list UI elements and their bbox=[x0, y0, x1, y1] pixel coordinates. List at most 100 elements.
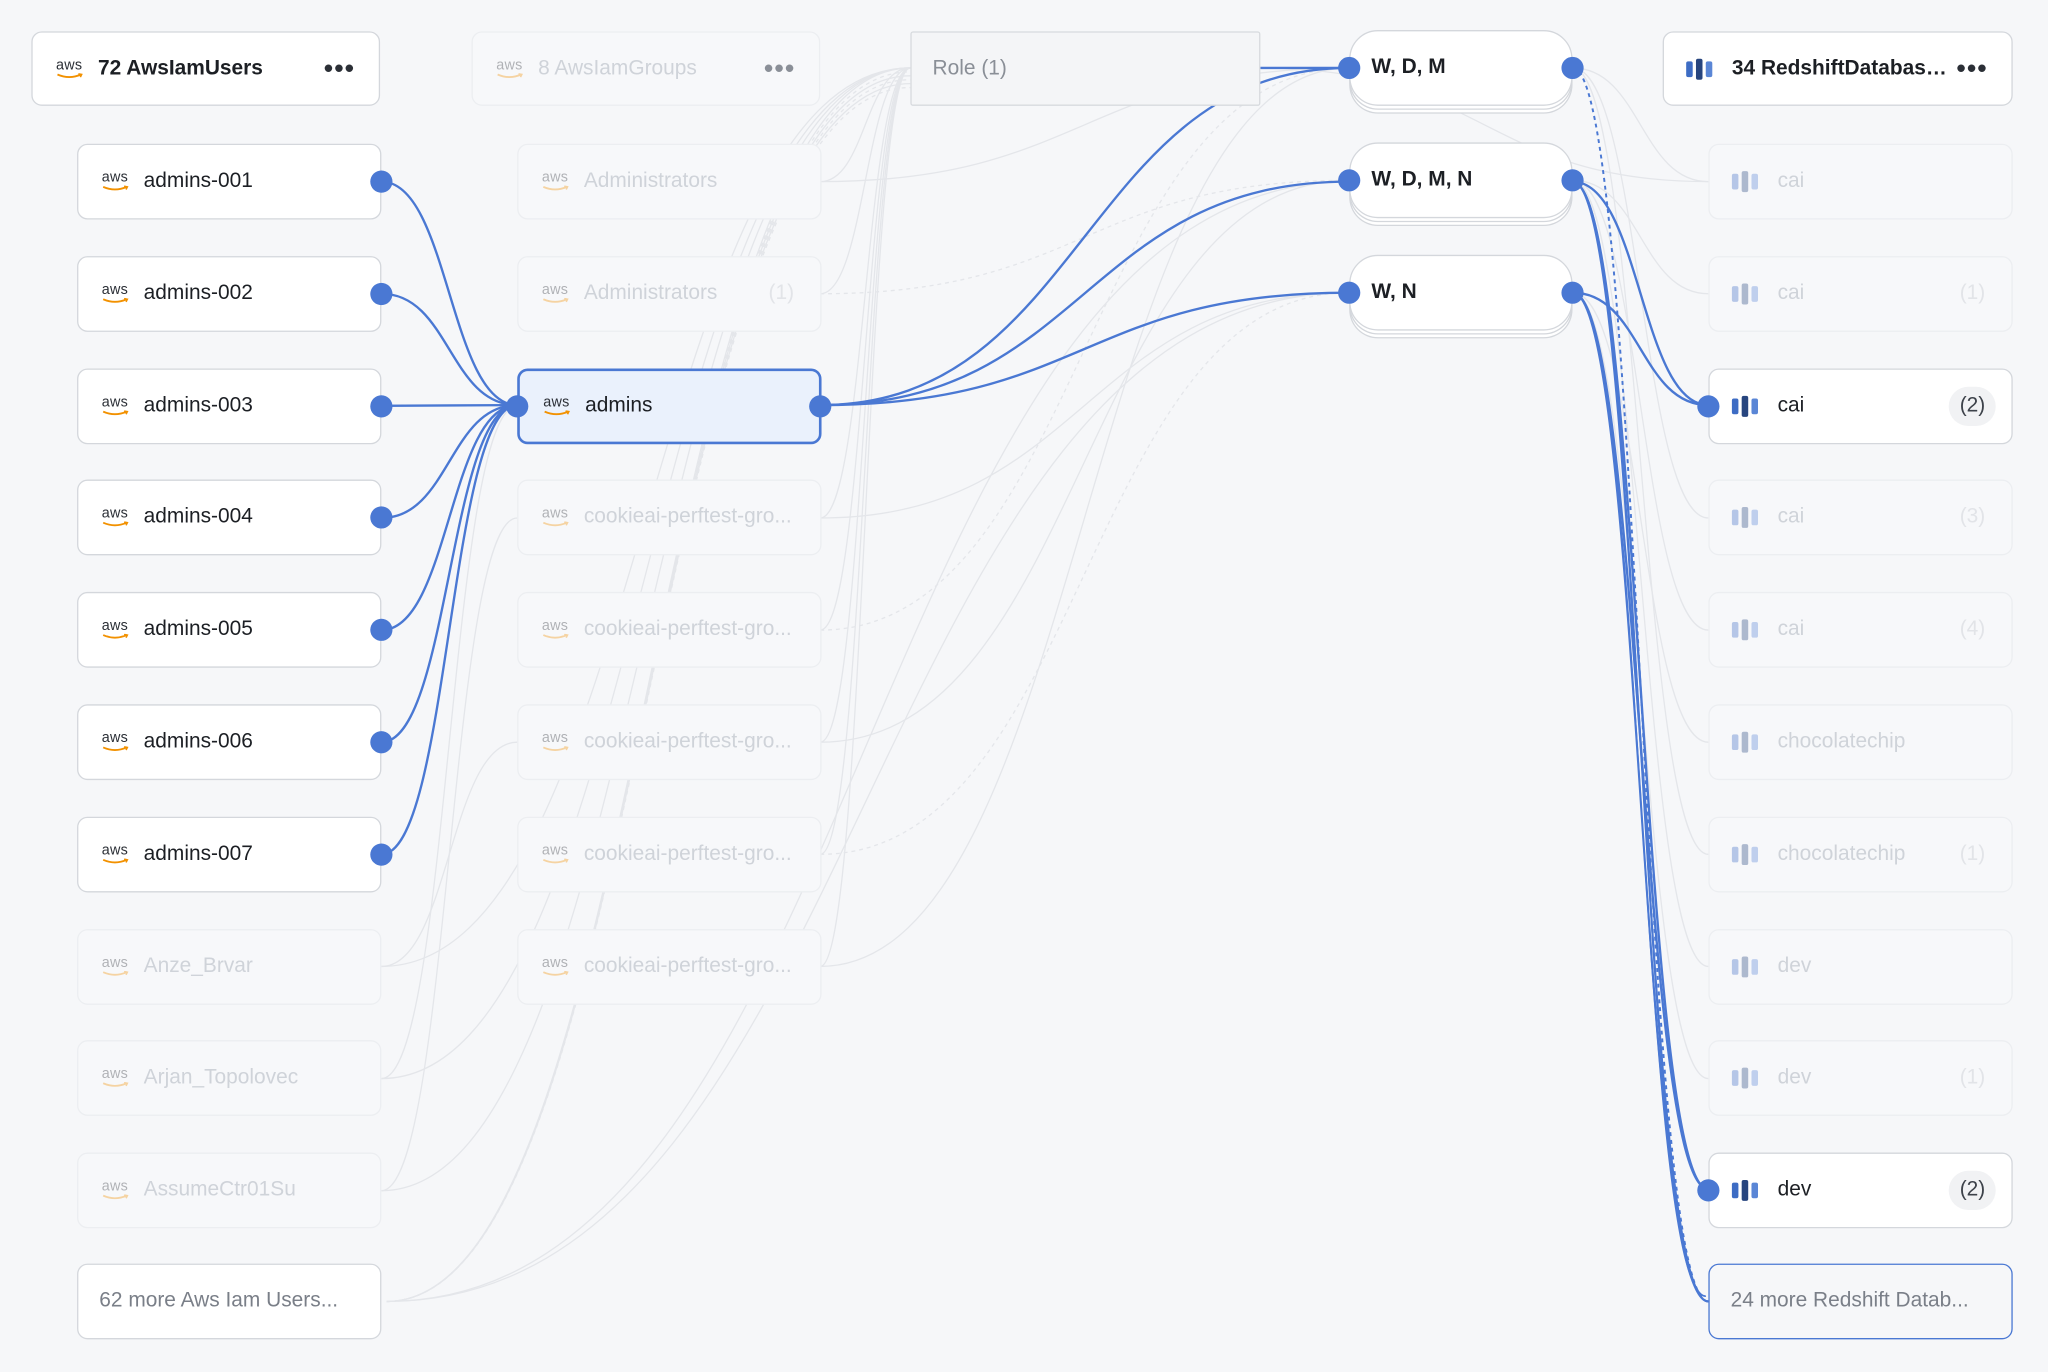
database-node-dev-label: dev bbox=[1777, 1178, 1812, 1202]
group-node-item-label: Administrators bbox=[583, 281, 718, 305]
permission-node-wdm-label: W, D, M bbox=[1371, 56, 1446, 79]
aws-logo-icon: aws bbox=[539, 619, 570, 641]
count-badge: (2) bbox=[1949, 386, 1996, 426]
user-node-admins-002-label: admins-002 bbox=[143, 281, 253, 305]
database-node-cai[interactable]: cai (4) bbox=[1708, 592, 2013, 668]
permission-output-port[interactable] bbox=[1561, 169, 1584, 192]
permission-input-port[interactable] bbox=[1338, 169, 1361, 192]
database-node-cai[interactable]: cai bbox=[1708, 143, 2013, 220]
user-node-assumectr01su[interactable]: aws AssumeCtr01Su bbox=[77, 1152, 382, 1229]
database-input-port[interactable] bbox=[1697, 1179, 1720, 1202]
user-node-admins-005[interactable]: aws admins-005 bbox=[77, 592, 382, 668]
faded-edge bbox=[820, 67, 1350, 968]
database-node-chocolatechip-label: chocolatechip bbox=[1777, 730, 1906, 753]
more-options-icon[interactable]: ••• bbox=[1957, 56, 2012, 82]
permission-to-database-edge bbox=[1572, 291, 1709, 1191]
permission-node-wn[interactable]: W, N bbox=[1349, 254, 1573, 331]
permission-node-wn-label: W, N bbox=[1371, 280, 1417, 304]
database-node-cai[interactable]: cai (2) bbox=[1708, 367, 2013, 444]
database-node-dev[interactable]: dev bbox=[1708, 928, 2013, 1005]
user-output-port[interactable] bbox=[370, 731, 393, 754]
user-output-port[interactable] bbox=[370, 282, 393, 305]
user-node-anze_brvar-label: Anze_Brvar bbox=[143, 954, 253, 977]
user-node-admins-006[interactable]: aws admins-006 bbox=[77, 704, 382, 781]
aws-logo-icon: aws bbox=[539, 171, 570, 192]
database-node-dev[interactable]: dev (2) bbox=[1708, 1152, 2013, 1229]
count-badge: (1) bbox=[1959, 842, 1986, 865]
user-node-admins-002[interactable]: aws admins-002 bbox=[77, 255, 382, 332]
permission-to-database-edge bbox=[1572, 180, 1709, 1191]
group-node-item-label: cookieai-perftest-gro... bbox=[583, 842, 792, 865]
more-options-icon[interactable]: ••• bbox=[324, 56, 379, 82]
redshift-database-icon bbox=[1731, 843, 1759, 865]
user-node-admins-001[interactable]: aws admins-001 bbox=[77, 143, 382, 220]
group-node-item[interactable]: aws cookieai-perftest-gro... bbox=[517, 816, 822, 893]
user-output-port[interactable] bbox=[370, 506, 393, 530]
databases-column-header[interactable]: 34 RedshiftDatabaseI... ••• bbox=[1662, 31, 2013, 106]
role-column-header[interactable]: Role (1) bbox=[910, 31, 1261, 106]
user-node-anze_brvar[interactable]: aws Anze_Brvar bbox=[77, 928, 382, 1005]
aws-logo-icon: aws bbox=[99, 507, 130, 529]
more-databases-button-label: 24 more Redshift Datab... bbox=[1730, 1289, 1969, 1312]
database-node-dev[interactable]: dev (1) bbox=[1708, 1040, 2013, 1117]
aws-logo-icon: aws bbox=[99, 1180, 130, 1201]
user-node-admins-007[interactable]: aws admins-007 bbox=[77, 816, 382, 893]
user-node-arjan_topolovec[interactable]: aws Arjan_Topolovec bbox=[77, 1040, 382, 1117]
count-badge: (1) bbox=[1959, 1066, 1986, 1089]
aws-logo-icon: aws bbox=[99, 843, 130, 865]
user-output-port[interactable] bbox=[370, 170, 393, 193]
user-output-port[interactable] bbox=[370, 394, 393, 417]
count-badge: (2) bbox=[1949, 1171, 1996, 1211]
group-output-port[interactable] bbox=[809, 394, 832, 417]
user-output-port[interactable] bbox=[370, 843, 393, 866]
more-options-icon[interactable]: ••• bbox=[764, 56, 819, 82]
faded-edge bbox=[1572, 179, 1709, 631]
group-node-item-label: cookieai-perftest-gro... bbox=[583, 730, 792, 753]
permission-input-port[interactable] bbox=[1338, 281, 1361, 304]
user-node-admins-003[interactable]: aws admins-003 bbox=[77, 367, 382, 444]
user-node-assumectr01su-label: AssumeCtr01Su bbox=[143, 1178, 296, 1202]
database-node-chocolatechip[interactable]: chocolatechip bbox=[1708, 704, 2013, 781]
permission-input-port[interactable] bbox=[1338, 56, 1361, 80]
group-node-item[interactable]: aws Administrators (1) bbox=[517, 255, 822, 332]
permission-output-port[interactable] bbox=[1561, 56, 1584, 80]
permission-output-port[interactable] bbox=[1561, 281, 1584, 304]
count-badge: (4) bbox=[1959, 618, 1986, 641]
redshift-database-icon bbox=[1731, 619, 1759, 641]
more-users-button[interactable]: 62 more Aws Iam Users... bbox=[77, 1263, 382, 1340]
redshift-database-icon bbox=[1731, 955, 1759, 977]
permission-node-wdm[interactable]: W, D, M bbox=[1349, 30, 1573, 106]
database-input-port[interactable] bbox=[1697, 394, 1720, 417]
group-node-item[interactable]: aws cookieai-perftest-gro... bbox=[517, 480, 822, 556]
group-node-admins[interactable]: aws admins bbox=[517, 367, 822, 444]
groups-column-header[interactable]: aws 8 AwsIamGroups ••• bbox=[471, 31, 821, 106]
more-databases-button[interactable]: 24 more Redshift Datab... bbox=[1708, 1263, 2013, 1340]
group-node-item[interactable]: aws Administrators bbox=[517, 143, 822, 220]
users-column-header-label: 72 AwsIamUsers bbox=[97, 56, 263, 80]
count-badge: (1) bbox=[1959, 281, 1986, 305]
aws-logo-icon: aws bbox=[99, 171, 130, 192]
database-node-cai[interactable]: cai (1) bbox=[1708, 255, 2013, 332]
user-to-group-edge bbox=[381, 403, 518, 744]
aws-logo-icon: aws bbox=[99, 619, 130, 641]
user-node-admins-004[interactable]: aws admins-004 bbox=[77, 480, 382, 556]
group-input-port[interactable] bbox=[506, 394, 529, 417]
user-node-admins-006-label: admins-006 bbox=[143, 730, 253, 753]
permission-node-wdmn[interactable]: W, D, M, N bbox=[1349, 142, 1573, 219]
aws-logo-icon: aws bbox=[494, 57, 525, 79]
user-node-admins-001-label: admins-001 bbox=[143, 169, 253, 193]
database-node-chocolatechip[interactable]: chocolatechip (1) bbox=[1708, 816, 2013, 893]
aws-logo-icon: aws bbox=[99, 395, 130, 416]
user-output-port[interactable] bbox=[370, 618, 393, 642]
user-to-group-edge bbox=[381, 403, 518, 632]
group-node-item[interactable]: aws cookieai-perftest-gro... bbox=[517, 592, 822, 668]
user-node-admins-003-label: admins-003 bbox=[143, 394, 253, 417]
group-to-permission-edge bbox=[820, 66, 1350, 407]
faded-edge bbox=[1572, 179, 1709, 968]
group-to-permission-edge bbox=[820, 180, 1350, 407]
users-column-header[interactable]: aws 72 AwsIamUsers ••• bbox=[31, 31, 381, 106]
group-node-item[interactable]: aws cookieai-perftest-gro... bbox=[517, 704, 822, 781]
database-node-cai[interactable]: cai (3) bbox=[1708, 480, 2013, 556]
group-node-item[interactable]: aws cookieai-perftest-gro... bbox=[517, 928, 822, 1005]
faded-edge bbox=[386, 292, 1350, 1303]
